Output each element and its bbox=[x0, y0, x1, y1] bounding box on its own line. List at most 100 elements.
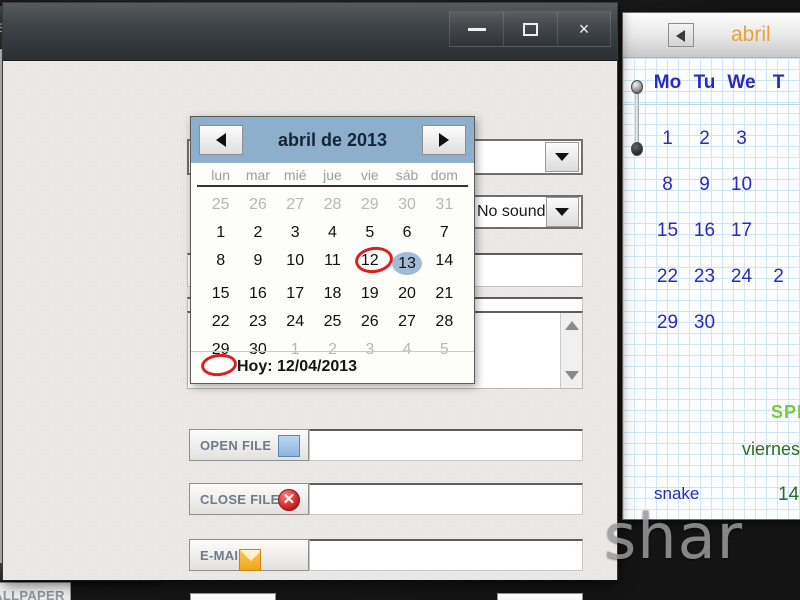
date-picker-day[interactable]: 16 bbox=[239, 280, 276, 308]
right-day-cell[interactable]: 2 bbox=[686, 116, 723, 162]
date-picker-day[interactable]: 23 bbox=[239, 308, 276, 336]
date-picker-day[interactable]: 7 bbox=[426, 219, 463, 247]
right-window-scroll-handle[interactable] bbox=[631, 80, 643, 170]
date-picker-day[interactable]: 25 bbox=[314, 308, 351, 336]
date-picker-day[interactable]: 10 bbox=[277, 247, 314, 280]
open-file-label: OPEN FILE bbox=[200, 437, 272, 453]
right-day-cell[interactable]: 8 bbox=[649, 162, 686, 208]
date-picker-day[interactable]: 3 bbox=[277, 219, 314, 247]
right-calendar-window[interactable]: abril Mo Tu We T 1 2 3 8 9 10 15 16 17 2… bbox=[622, 12, 800, 520]
date-picker-day[interactable]: 18 bbox=[314, 280, 351, 308]
date-picker-day-label: 17 bbox=[286, 285, 305, 302]
date-picker-day[interactable]: 5 bbox=[351, 219, 388, 247]
chevron-down-icon[interactable] bbox=[545, 197, 579, 227]
right-day-cell[interactable] bbox=[760, 208, 797, 254]
left-wallpaper-button[interactable]: WALLPAPER bbox=[0, 582, 71, 600]
right-day-cell[interactable] bbox=[760, 300, 797, 346]
date-picker-day[interactable]: 12 bbox=[351, 247, 388, 280]
date-picker-day[interactable]: 21 bbox=[426, 280, 463, 308]
date-picker-day[interactable]: 22 bbox=[202, 308, 239, 336]
right-day-cell[interactable] bbox=[760, 162, 797, 208]
date-picker-day[interactable]: 30 bbox=[388, 191, 425, 219]
date-picker-day[interactable]: 1 bbox=[202, 219, 239, 247]
date-picker-day[interactable]: 28 bbox=[426, 308, 463, 336]
cancel-button[interactable]: CANCEL bbox=[497, 593, 583, 600]
date-picker-day-label: 31 bbox=[435, 196, 454, 213]
date-picker-day[interactable]: 6 bbox=[388, 219, 425, 247]
date-picker-day[interactable]: 11 bbox=[314, 247, 351, 280]
date-picker-day[interactable]: 15 bbox=[202, 280, 239, 308]
date-picker-day-selected[interactable]: 13 bbox=[388, 247, 425, 280]
date-picker-day[interactable]: 28 bbox=[314, 191, 351, 219]
right-day-cell[interactable]: 24 bbox=[723, 254, 760, 300]
date-picker-day[interactable]: 17 bbox=[277, 280, 314, 308]
date-picker-day[interactable]: 20 bbox=[388, 280, 425, 308]
date-picker-day[interactable]: 31 bbox=[426, 191, 463, 219]
right-day-cell[interactable]: 17 bbox=[723, 208, 760, 254]
minimize-icon[interactable] bbox=[449, 11, 503, 47]
right-day-cell[interactable]: 29 bbox=[649, 300, 686, 346]
right-day-cell[interactable]: 1 bbox=[649, 116, 686, 162]
right-day-cell[interactable]: 30 bbox=[686, 300, 723, 346]
right-day-cell[interactable]: 22 bbox=[649, 254, 686, 300]
scroll-up-icon[interactable] bbox=[565, 321, 579, 330]
date-picker-day-label: 4 bbox=[328, 224, 337, 241]
email-button[interactable]: E-MAIL bbox=[189, 539, 309, 571]
date-picker-day-label: 26 bbox=[360, 313, 379, 330]
date-picker-day-label: 11 bbox=[324, 252, 341, 269]
right-window-title: abril bbox=[731, 23, 771, 46]
date-picker-day[interactable]: 4 bbox=[314, 219, 351, 247]
close-file-button[interactable]: CLOSE FILE ✕ bbox=[189, 483, 309, 515]
right-event-time: 14:0 bbox=[778, 484, 800, 505]
right-day-cell[interactable]: 10 bbox=[723, 162, 760, 208]
date-picker-day-label: 29 bbox=[360, 196, 379, 213]
sound-select[interactable]: No sound bbox=[469, 195, 583, 229]
date-picker-day[interactable]: 27 bbox=[388, 308, 425, 336]
right-day-cell[interactable]: 23 bbox=[686, 254, 723, 300]
right-calendar-grid[interactable]: 1 2 3 8 9 10 15 16 17 22 23 24 2 29 30 bbox=[649, 116, 797, 346]
date-picker-grid[interactable]: 25 26 27 28 29 30 31 1 2 3 4 5 6 7 8 9 10 11 12 13 14 15 16 17 1… bbox=[191, 187, 474, 364]
open-file-button[interactable]: OPEN FILE bbox=[189, 429, 309, 461]
right-day-cell[interactable]: 2 bbox=[760, 254, 797, 300]
date-picker-day[interactable]: 9 bbox=[239, 247, 276, 280]
sound-select-value: No sound bbox=[477, 203, 546, 220]
email-input[interactable] bbox=[309, 539, 583, 571]
back-arrow-icon[interactable] bbox=[668, 23, 694, 47]
close-icon[interactable]: × bbox=[557, 11, 611, 47]
right-day-cell[interactable] bbox=[723, 300, 760, 346]
scroll-down-icon[interactable] bbox=[565, 371, 579, 380]
right-week-row: 15 16 17 bbox=[649, 208, 797, 254]
date-picker-day-label: 13 bbox=[392, 252, 423, 275]
date-picker-day[interactable]: 14 bbox=[426, 247, 463, 280]
notes-scrollbar[interactable] bbox=[560, 313, 582, 388]
maximize-icon[interactable] bbox=[503, 11, 557, 47]
dialog-titlebar[interactable]: × bbox=[3, 3, 617, 61]
date-picker-day[interactable]: 25 bbox=[202, 191, 239, 219]
chevron-down-icon[interactable] bbox=[545, 142, 579, 172]
right-day-cell[interactable] bbox=[760, 116, 797, 162]
right-day-cell[interactable]: 16 bbox=[686, 208, 723, 254]
date-picker-day[interactable]: 26 bbox=[351, 308, 388, 336]
date-picker-week-row: 15 16 17 18 19 20 21 bbox=[202, 280, 463, 308]
right-day-cell[interactable]: 3 bbox=[723, 116, 760, 162]
popup-dow-0: lun bbox=[211, 167, 230, 183]
next-month-button[interactable] bbox=[421, 125, 466, 155]
right-day-cell[interactable]: 9 bbox=[686, 162, 723, 208]
date-picker-day[interactable]: 19 bbox=[351, 280, 388, 308]
open-file-input[interactable] bbox=[309, 429, 583, 461]
prev-month-button[interactable] bbox=[199, 125, 243, 155]
date-picker-day[interactable]: 24 bbox=[277, 308, 314, 336]
date-picker-day[interactable]: 29 bbox=[351, 191, 388, 219]
date-picker-day[interactable]: 26 bbox=[239, 191, 276, 219]
date-picker-day[interactable]: 27 bbox=[277, 191, 314, 219]
popup-dow-6: dom bbox=[430, 167, 458, 183]
window-controls[interactable]: × bbox=[449, 11, 611, 47]
date-picker-day-label: 20 bbox=[398, 285, 416, 302]
right-day-cell[interactable]: 15 bbox=[649, 208, 686, 254]
date-picker-day[interactable]: 2 bbox=[239, 219, 276, 247]
ok-button[interactable]: OK bbox=[190, 593, 276, 600]
right-week-row: 8 9 10 bbox=[649, 162, 797, 208]
date-picker-day[interactable]: 8 bbox=[202, 247, 239, 280]
close-file-input[interactable] bbox=[309, 483, 583, 515]
date-picker-popup[interactable]: abril de 2013 lun mar mié jue vie sáb do… bbox=[190, 116, 475, 384]
